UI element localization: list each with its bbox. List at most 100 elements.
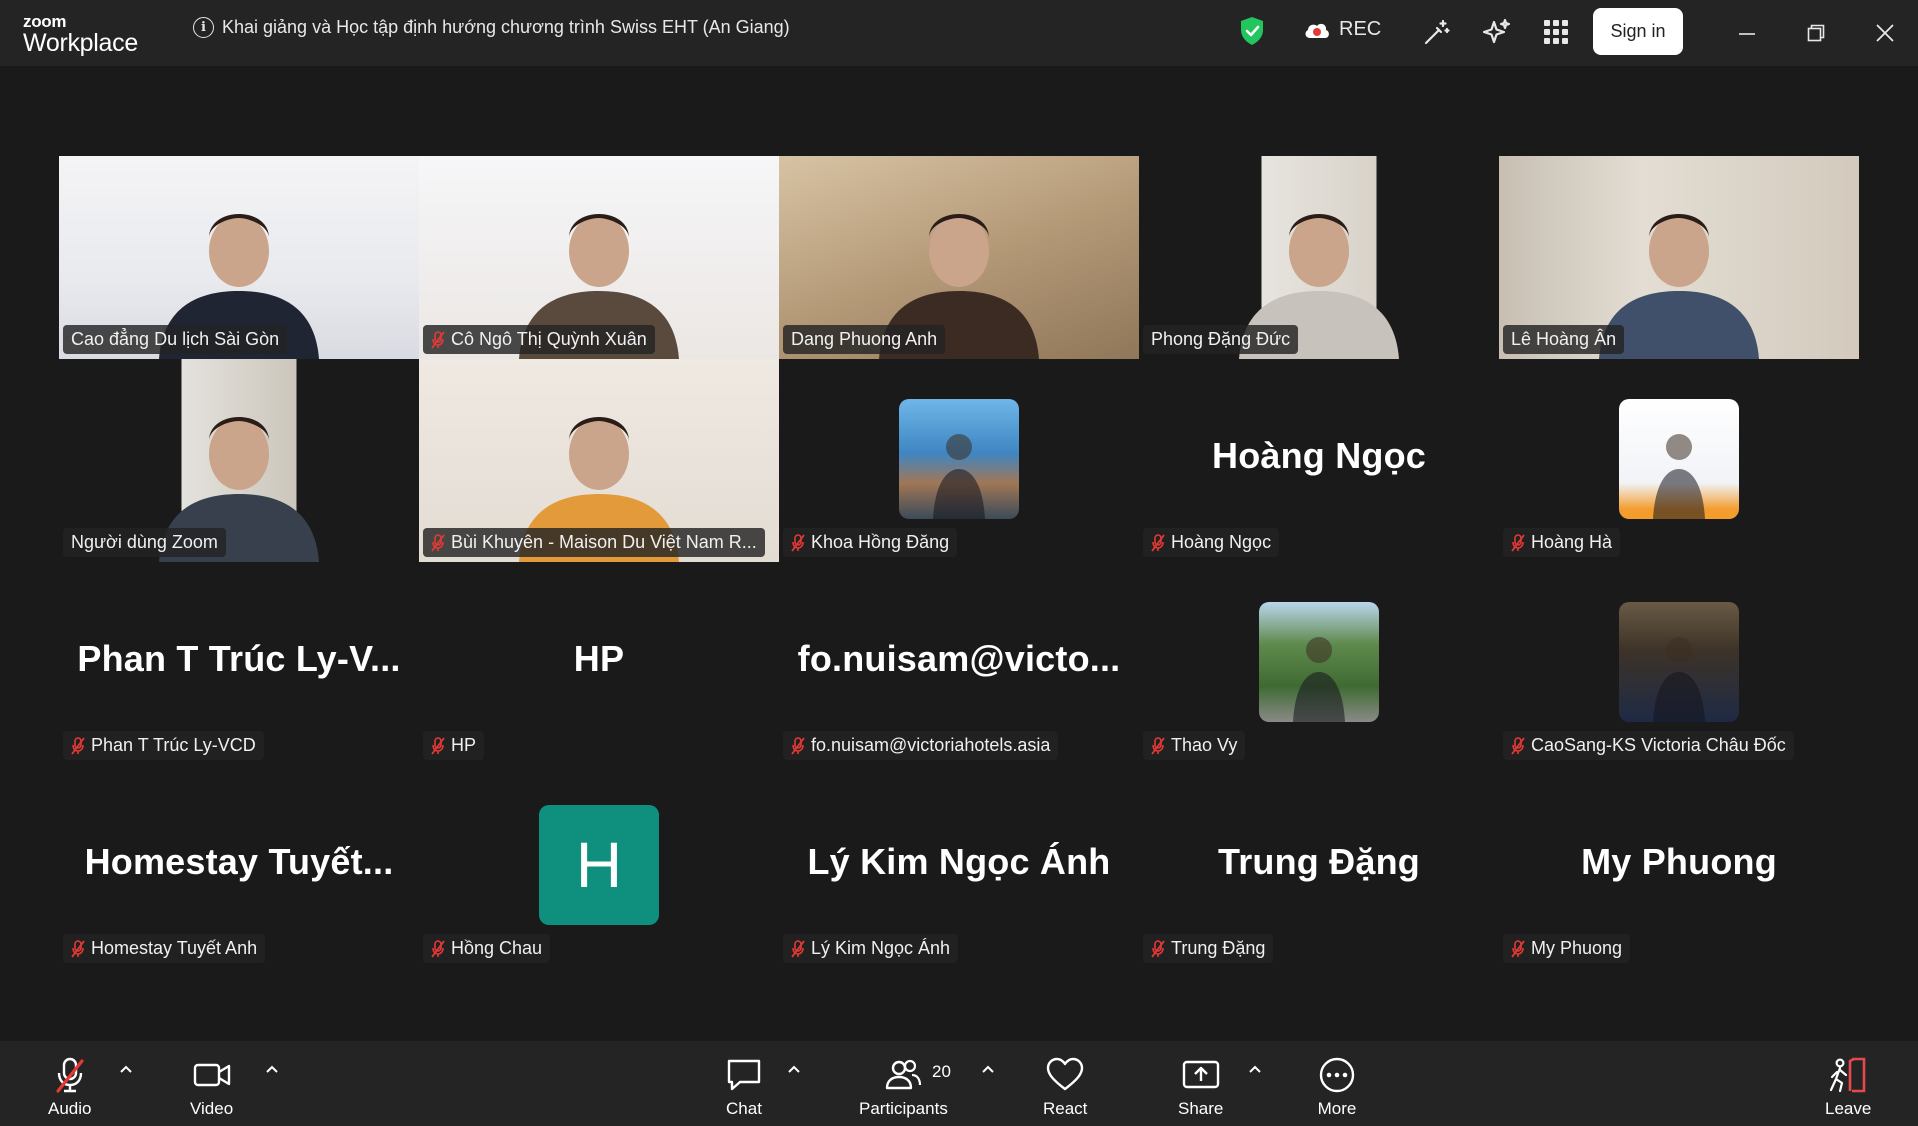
participant-tile[interactable]: fo.nuisam@victo... fo.nuisam@victoriahote… <box>779 562 1139 765</box>
participant-tile[interactable]: CaoSang-KS Victoria Châu Đốc <box>1499 562 1859 765</box>
participant-tile[interactable]: Dang Phuong Anh <box>779 156 1139 359</box>
participant-name-tag: Bùi Khuyên - Maison Du Việt Nam R... <box>423 528 765 557</box>
audio-options-chevron-up-icon[interactable] <box>119 1062 133 1076</box>
more-button[interactable]: More <box>1317 1055 1357 1119</box>
video-label: Video <box>190 1099 234 1118</box>
participant-name-tag: Khoa Hồng Đăng <box>783 528 958 557</box>
participant-tile[interactable]: HP HP <box>419 562 779 765</box>
info-icon[interactable]: i <box>193 17 214 38</box>
react-button[interactable]: React <box>1043 1055 1087 1119</box>
meeting-title: Khai giảng và Học tập định hướng chương … <box>222 17 790 37</box>
more-label: More <box>1317 1099 1357 1118</box>
close-button[interactable] <box>1870 18 1900 48</box>
participant-name: Cô Ngô Thị Quỳnh Xuân <box>451 329 647 349</box>
meeting-info[interactable]: i Khai giảng và Học tập định hướng chươn… <box>193 17 790 38</box>
mic-muted-icon <box>431 939 445 958</box>
sign-in-button[interactable]: Sign in <box>1593 8 1683 55</box>
participant-name: Bùi Khuyên - Maison Du Việt Nam R... <box>451 532 757 552</box>
profile-picture <box>1619 602 1739 722</box>
video-button[interactable]: Video <box>190 1055 233 1119</box>
annotate-wand-icon[interactable] <box>1421 18 1451 48</box>
video-camera-icon <box>193 1063 230 1087</box>
restore-button[interactable] <box>1801 18 1831 48</box>
chat-button[interactable]: Chat <box>724 1055 764 1119</box>
participant-name-tag: Hoàng Ngọc <box>1143 528 1280 557</box>
minimize-button[interactable] <box>1732 18 1762 48</box>
leave-label: Leave <box>1825 1099 1872 1118</box>
video-options-chevron-up-icon[interactable] <box>265 1062 279 1076</box>
mic-muted-icon <box>791 939 805 958</box>
participant-name: My Phuong <box>1531 938 1623 958</box>
zoom-workplace-logo: zoom Workplace <box>23 13 138 56</box>
share-button[interactable]: Share <box>1178 1055 1223 1119</box>
profile-person-icon <box>933 434 985 519</box>
participant-display-name: HP <box>573 638 625 679</box>
participant-tile[interactable]: Trung Đặng Trung Đặng <box>1139 765 1499 968</box>
heart-icon <box>1047 1057 1084 1091</box>
participant-tile[interactable]: Cô Ngô Thị Quỳnh Xuân <box>419 156 779 359</box>
participant-name: Lê Hoàng Ân <box>1511 329 1617 349</box>
more-ellipsis-icon <box>1319 1057 1355 1093</box>
participant-tile[interactable]: Lý Kim Ngọc Ánh Lý Kim Ngọc Ánh <box>779 765 1139 968</box>
participant-name: Hồng Chau <box>451 938 543 958</box>
participant-tile[interactable]: Homestay Tuyết... Homestay Tuyết Anh <box>59 765 419 968</box>
profile-person-icon <box>1653 434 1705 519</box>
mic-muted-icon <box>791 736 805 755</box>
profile-picture <box>1259 602 1379 722</box>
mic-muted-icon <box>431 330 445 349</box>
microphone-muted-icon <box>56 1057 84 1093</box>
participant-name-tag: Người dùng Zoom <box>63 528 226 557</box>
participant-name-tag: Lê Hoàng Ân <box>1503 325 1625 354</box>
participant-display-name: Hoàng Ngọc <box>1212 435 1426 476</box>
apps-grid-icon[interactable] <box>1543 19 1569 45</box>
participant-tile[interactable]: H Hồng Chau <box>419 765 779 968</box>
participant-tile[interactable]: Thao Vy <box>1139 562 1499 765</box>
share-label: Share <box>1178 1099 1224 1118</box>
audio-button[interactable]: Audio <box>48 1055 91 1119</box>
restore-icon <box>1807 24 1825 42</box>
participant-name: Phan T Trúc Ly-VCD <box>91 735 256 755</box>
participants-options-chevron-up-icon[interactable] <box>981 1062 995 1076</box>
participant-display-name: Homestay Tuyết... <box>84 841 394 882</box>
participant-display-name: My Phuong <box>1581 841 1777 882</box>
cloud-record-icon <box>1305 23 1329 38</box>
leave-button[interactable]: Leave <box>1825 1055 1871 1119</box>
participant-tile[interactable]: Hoàng Ngọc Hoàng Ngọc <box>1139 359 1499 562</box>
mic-muted-icon <box>1151 939 1165 958</box>
participant-tile[interactable]: Phan T Trúc Ly-V... Phan T Trúc Ly-VCD <box>59 562 419 765</box>
profile-picture <box>1619 399 1739 519</box>
mic-muted-icon <box>71 736 85 755</box>
share-screen-icon <box>1182 1060 1219 1089</box>
participant-tile[interactable]: My Phuong My Phuong <box>1499 765 1859 968</box>
participant-name-tag: CaoSang-KS Victoria Châu Đốc <box>1503 731 1794 760</box>
participant-name-tag: Phan T Trúc Ly-VCD <box>63 731 264 760</box>
profile-picture <box>899 399 1019 519</box>
participant-tile[interactable]: Cao đẳng Du lịch Sài Gòn <box>59 156 419 359</box>
leave-exit-icon <box>1830 1057 1866 1093</box>
chat-options-chevron-up-icon[interactable] <box>787 1062 801 1076</box>
close-icon <box>1876 24 1894 42</box>
record-button[interactable]: REC <box>1303 18 1381 41</box>
participant-tile[interactable]: Khoa Hồng Đăng <box>779 359 1139 562</box>
participant-name: Trung Đặng <box>1171 938 1266 958</box>
participant-tile[interactable]: Bùi Khuyên - Maison Du Việt Nam R... <box>419 359 779 562</box>
participant-tile[interactable]: Hoàng Hà <box>1499 359 1859 562</box>
mic-muted-icon <box>1151 533 1165 552</box>
participant-tile[interactable]: Người dùng Zoom <box>59 359 419 562</box>
participant-display-name: fo.nuisam@victo... <box>797 638 1121 679</box>
participant-tile[interactable]: Phong Đặng Đức <box>1139 156 1499 359</box>
logo-zoom-text: zoom <box>23 12 67 31</box>
mic-muted-icon <box>1151 736 1165 755</box>
share-options-chevron-up-icon[interactable] <box>1248 1062 1262 1076</box>
participant-name: Homestay Tuyết Anh <box>91 938 258 958</box>
participant-name-tag: Homestay Tuyết Anh <box>63 934 266 963</box>
logo-workplace-text: Workplace <box>23 29 138 57</box>
encryption-shield-icon[interactable] <box>1239 16 1265 46</box>
participant-name-tag: Trung Đặng <box>1143 934 1274 963</box>
ai-companion-sparkle-icon[interactable] <box>1481 17 1511 47</box>
participant-name: Hoàng Ngọc <box>1171 532 1272 552</box>
mic-muted-icon <box>1511 736 1525 755</box>
mic-muted-icon <box>71 939 85 958</box>
participant-tile[interactable]: Lê Hoàng Ân <box>1499 156 1859 359</box>
participant-name-tag: Thao Vy <box>1143 731 1246 760</box>
